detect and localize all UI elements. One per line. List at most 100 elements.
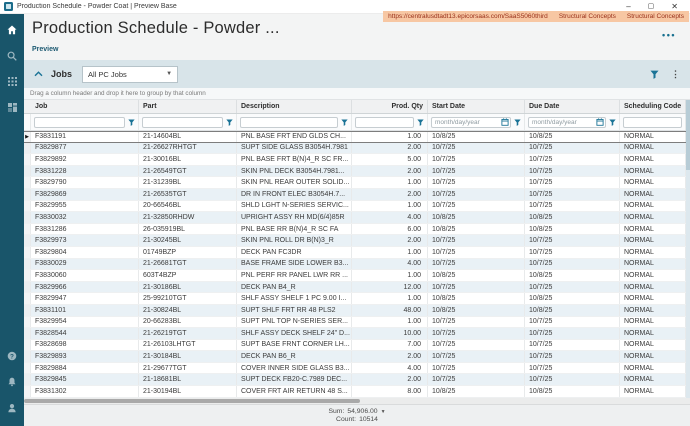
- cell-job[interactable]: F3829966: [31, 282, 139, 293]
- cell-start[interactable]: 10/8/25: [428, 293, 525, 304]
- cell-due[interactable]: 10/7/25: [525, 247, 620, 258]
- cell-start[interactable]: 10/8/25: [428, 270, 525, 281]
- cell-desc[interactable]: PNL BASE FRT END GLDS CH...: [237, 132, 352, 142]
- cell-qty[interactable]: 1.00: [352, 317, 428, 328]
- cell-part[interactable]: 21-26535TGT: [139, 189, 237, 200]
- cell-desc[interactable]: PNL BASE RR B(N)4_R SC FA: [237, 224, 352, 235]
- table-row[interactable]: F382986921-26535TGTDR IN FRONT ELEC B305…: [24, 189, 686, 201]
- cell-job[interactable]: F3829804: [31, 247, 139, 258]
- cell-due[interactable]: 10/7/25: [525, 328, 620, 339]
- cell-start[interactable]: 10/7/25: [428, 201, 525, 212]
- cell-due[interactable]: 10/8/25: [525, 386, 620, 397]
- cell-part[interactable]: 21-30186BL: [139, 282, 237, 293]
- cell-qty[interactable]: 5.00: [352, 154, 428, 165]
- filter-icon[interactable]: [226, 119, 233, 126]
- cell-desc[interactable]: SUPT SHLF FRT RR 48 PLS2: [237, 305, 352, 316]
- home-icon[interactable]: [0, 19, 24, 40]
- cell-code[interactable]: NORMAL: [620, 386, 686, 397]
- calendar-icon[interactable]: [596, 118, 604, 126]
- cell-desc[interactable]: UPRIGHT ASSY RH MD(6/4)85R: [237, 212, 352, 223]
- column-header-due-date[interactable]: Due Date: [525, 100, 620, 113]
- filter-icon[interactable]: [417, 119, 424, 126]
- filter-icon[interactable]: [609, 119, 616, 126]
- table-row[interactable]: F382988421-29677TGTCOVER INNER SIDE GLAS…: [24, 363, 686, 375]
- kebab-menu-icon[interactable]: ⋮: [671, 70, 680, 79]
- cell-start[interactable]: 10/8/25: [428, 386, 525, 397]
- cell-part[interactable]: 21-30016BL: [139, 154, 237, 165]
- cell-start[interactable]: 10/7/25: [428, 177, 525, 188]
- cell-part[interactable]: 21-32850RHDW: [139, 212, 237, 223]
- cell-code[interactable]: NORMAL: [620, 247, 686, 258]
- cell-job[interactable]: F3831302: [31, 386, 139, 397]
- cell-qty[interactable]: 4.00: [352, 212, 428, 223]
- cell-part[interactable]: 21-26103LHTGT: [139, 340, 237, 351]
- search-icon[interactable]: [0, 45, 24, 66]
- collapse-chevron-icon[interactable]: [34, 71, 43, 77]
- table-row[interactable]: F382979021-31239BLSKIN PNL REAR OUTER SO…: [24, 177, 686, 189]
- cell-part[interactable]: 21-30245BL: [139, 235, 237, 246]
- cell-code[interactable]: NORMAL: [620, 340, 686, 351]
- cell-start[interactable]: 10/7/25: [428, 247, 525, 258]
- cell-qty[interactable]: 6.00: [352, 224, 428, 235]
- column-header-start-date[interactable]: Start Date: [428, 100, 525, 113]
- cell-desc[interactable]: SHLF ASSY DECK SHELF 24" D...: [237, 328, 352, 339]
- cell-due[interactable]: 10/7/25: [525, 166, 620, 177]
- filter-date-due[interactable]: [528, 117, 606, 128]
- cell-due[interactable]: 10/7/25: [525, 189, 620, 200]
- table-row[interactable]: F382980401749BZPDECK PAN FC3DR1.0010/7/2…: [24, 247, 686, 259]
- cell-qty[interactable]: 10.00: [352, 328, 428, 339]
- cell-job[interactable]: F3830032: [31, 212, 139, 223]
- cell-start[interactable]: 10/7/25: [428, 259, 525, 270]
- cell-start[interactable]: 10/7/25: [428, 143, 525, 154]
- cell-code[interactable]: NORMAL: [620, 351, 686, 362]
- cell-code[interactable]: NORMAL: [620, 189, 686, 200]
- filter-input-description[interactable]: [240, 117, 338, 128]
- table-row[interactable]: F382995420-66283BLSUPT PNL TOP N-SERIES …: [24, 317, 686, 329]
- cell-qty[interactable]: 2.00: [352, 166, 428, 177]
- cell-part[interactable]: 20-66546BL: [139, 201, 237, 212]
- cell-qty[interactable]: 1.00: [352, 293, 428, 304]
- cell-desc[interactable]: SKIN PNL ROLL DR B(N)3_R: [237, 235, 352, 246]
- help-icon[interactable]: ?: [0, 345, 24, 366]
- cell-desc[interactable]: PNL PERF RR PANEL LWR RR ...: [237, 270, 352, 281]
- horizontal-scrollbar-thumb[interactable]: [24, 399, 360, 403]
- table-row[interactable]: F382987721-26627RHTGTSUPT SIDE GLASS B30…: [24, 143, 686, 155]
- cell-due[interactable]: 10/7/25: [525, 235, 620, 246]
- filter-date-start[interactable]: [431, 117, 511, 128]
- table-row[interactable]: F382995520-66546BLSHLD LGHT N-SERIES SER…: [24, 201, 686, 213]
- table-row[interactable]: F382996621-30186BLDECK PAN B4_R12.0010/7…: [24, 282, 686, 294]
- cell-due[interactable]: 10/8/25: [525, 270, 620, 281]
- cell-qty[interactable]: 2.00: [352, 143, 428, 154]
- cell-code[interactable]: NORMAL: [620, 282, 686, 293]
- cell-code[interactable]: NORMAL: [620, 201, 686, 212]
- filter-input-job[interactable]: [34, 117, 125, 128]
- table-row[interactable]: F383122821-26549TGTSKIN PNL DECK B3054H.…: [24, 166, 686, 178]
- cell-qty[interactable]: 12.00: [352, 282, 428, 293]
- cell-part[interactable]: 20-66283BL: [139, 317, 237, 328]
- cell-desc[interactable]: PNL BASE FRT B(N)4_R SC FR...: [237, 154, 352, 165]
- cell-part[interactable]: 21-26627RHTGT: [139, 143, 237, 154]
- cell-code[interactable]: NORMAL: [620, 293, 686, 304]
- filter-input-scheduling-code[interactable]: [623, 117, 682, 128]
- cell-desc[interactable]: SUPT PNL TOP N-SERIES SER...: [237, 317, 352, 328]
- cell-start[interactable]: 10/7/25: [428, 189, 525, 200]
- cell-qty[interactable]: 1.00: [352, 247, 428, 258]
- cell-code[interactable]: NORMAL: [620, 363, 686, 374]
- maximize-button[interactable]: ▢: [648, 3, 655, 11]
- cell-desc[interactable]: SHLF ASSY SHELF 1 PC 9.00 I...: [237, 293, 352, 304]
- cell-job[interactable]: F3829845: [31, 374, 139, 385]
- cell-qty[interactable]: 48.00: [352, 305, 428, 316]
- cell-job[interactable]: F3829893: [31, 351, 139, 362]
- cell-job[interactable]: F3829954: [31, 317, 139, 328]
- cell-job[interactable]: F3829869: [31, 189, 139, 200]
- cell-due[interactable]: 10/7/25: [525, 154, 620, 165]
- table-row[interactable]: F383130221-30194BLCOVER FRT AIR RETURN 4…: [24, 386, 686, 398]
- cell-start[interactable]: 10/8/25: [428, 305, 525, 316]
- cell-due[interactable]: 10/8/25: [525, 212, 620, 223]
- cell-desc[interactable]: DECK PAN B6_R: [237, 351, 352, 362]
- cell-qty[interactable]: 7.00: [352, 340, 428, 351]
- cell-code[interactable]: NORMAL: [620, 305, 686, 316]
- table-row[interactable]: F383128626-035919BLPNL BASE RR B(N)4_R S…: [24, 224, 686, 236]
- cell-code[interactable]: NORMAL: [620, 328, 686, 339]
- table-row[interactable]: F382984521-18681BLSUPT DECK FB20-C.7989 …: [24, 374, 686, 386]
